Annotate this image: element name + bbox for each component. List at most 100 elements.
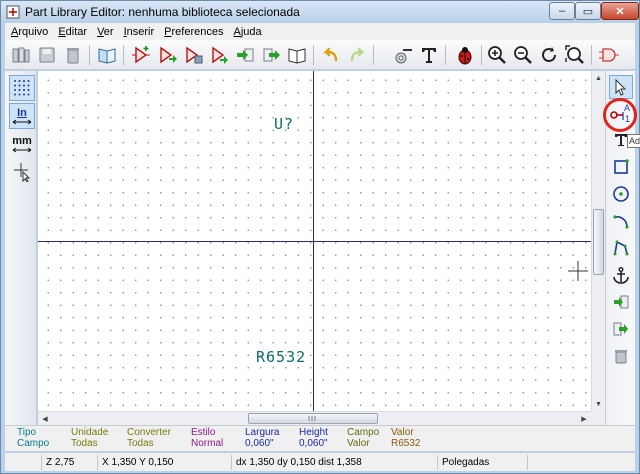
export-graphics-button[interactable]	[259, 43, 283, 67]
zoom-in-button[interactable]	[485, 43, 509, 67]
menu-arquivo[interactable]: Arquivo	[11, 26, 48, 38]
add-arc-button[interactable]	[609, 209, 633, 233]
show-grid-button[interactable]	[9, 75, 35, 101]
tooltip: Ad	[627, 134, 640, 148]
book-icon	[288, 48, 306, 64]
units-mm-label: mm	[12, 134, 32, 147]
msg-value: Campo	[17, 438, 50, 449]
export-drawing-button[interactable]	[609, 317, 633, 341]
msg-col-type: Tipo Campo	[17, 427, 49, 449]
menu-editar[interactable]: Editar	[58, 26, 87, 38]
load-part-button[interactable]	[155, 43, 179, 67]
delete-item-button[interactable]	[609, 344, 633, 368]
msg-label: Campo	[347, 427, 380, 438]
text-t-icon	[422, 48, 436, 63]
select-library-button[interactable]	[9, 43, 33, 67]
undo-button[interactable]	[319, 43, 343, 67]
save-component-icon	[186, 46, 203, 64]
documentation-button[interactable]	[285, 43, 309, 67]
msg-label: Estilo	[191, 427, 216, 438]
menu-ajuda[interactable]: Ajuda	[233, 26, 261, 38]
part-properties-button[interactable]	[391, 43, 415, 67]
msg-col-style: Estilo Normal	[191, 427, 223, 449]
menu-inserir[interactable]: Inserir	[124, 26, 155, 38]
msg-label: Largura	[245, 427, 280, 438]
new-part-button[interactable]	[129, 43, 153, 67]
scroll-left-icon[interactable]: ◀	[38, 412, 52, 425]
title-bar: Part Library Editor: nenhuma biblioteca …	[1, 1, 639, 23]
redo-button[interactable]	[345, 43, 369, 67]
redo-icon	[350, 47, 366, 62]
export-arrow-icon	[263, 48, 280, 62]
export-part-button[interactable]	[207, 43, 231, 67]
msg-label: Unidade	[71, 427, 109, 438]
add-rectangle-button[interactable]	[609, 155, 633, 179]
units-inch-button[interactable]: In	[9, 103, 35, 129]
select-tool-button[interactable]	[609, 75, 633, 99]
save-part-button[interactable]	[181, 43, 205, 67]
menu-ver[interactable]: Ver	[97, 26, 114, 38]
units-mm-button[interactable]: mm	[9, 131, 35, 157]
polyline-icon	[613, 240, 629, 256]
import-drawing-button[interactable]	[609, 290, 633, 314]
double-arrow-icon	[12, 119, 32, 124]
circle-icon	[613, 186, 629, 202]
reference-field[interactable]: U?	[274, 115, 294, 133]
vertical-scrollbar[interactable]: ▲ ▼	[591, 71, 605, 411]
scroll-up-icon[interactable]: ▲	[592, 71, 605, 85]
browse-libraries-button[interactable]	[95, 43, 119, 67]
menu-bar: Arquivo Editar Ver Inserir Preferences A…	[5, 23, 635, 40]
msg-col-convert: Converter Todas	[127, 427, 171, 449]
msg-label: Height	[299, 427, 328, 438]
text-tool-button[interactable]	[417, 43, 441, 67]
right-tools-toolbar: A 1	[605, 71, 635, 425]
msg-label: Converter	[127, 427, 171, 438]
check-part-button[interactable]	[453, 43, 477, 67]
add-polyline-button[interactable]	[609, 236, 633, 260]
zoom-in-icon	[488, 46, 506, 64]
undo-icon	[322, 47, 338, 62]
msg-value: 0,060"	[299, 438, 328, 449]
cursor-shape-button[interactable]	[9, 159, 35, 185]
value-field[interactable]: R6532	[256, 348, 306, 366]
vertical-scroll-thumb[interactable]	[593, 209, 604, 275]
zoom-fit-icon	[565, 45, 584, 64]
minimize-button[interactable]: –	[549, 2, 575, 20]
msg-col-width: Largura 0,060"	[245, 427, 279, 449]
export-component-icon	[212, 46, 228, 64]
add-circle-button[interactable]	[609, 182, 633, 206]
trash-icon	[615, 350, 627, 364]
scroll-down-icon[interactable]: ▼	[592, 397, 605, 411]
app-icon	[6, 5, 20, 19]
properties-gear-icon	[395, 49, 412, 64]
anchor-icon	[613, 267, 629, 284]
zoom-fit-button[interactable]	[563, 43, 587, 67]
msg-label: Valor	[391, 427, 414, 438]
redraw-button[interactable]	[537, 43, 561, 67]
import-component-icon	[160, 46, 177, 64]
set-anchor-button[interactable]	[609, 263, 633, 287]
horizontal-scroll-thumb[interactable]	[248, 413, 378, 424]
show-as-de-morgan-button[interactable]	[597, 43, 621, 67]
add-pin-button[interactable]: A 1	[609, 102, 633, 126]
horizontal-scrollbar[interactable]: ◀ ▶	[38, 411, 591, 425]
close-button[interactable]: ✕	[601, 2, 639, 20]
save-library-button[interactable]	[35, 43, 59, 67]
arc-icon	[613, 215, 629, 229]
refresh-icon	[542, 47, 556, 62]
drawing-canvas[interactable]: U? R6532	[38, 71, 591, 411]
delete-part-button[interactable]	[61, 43, 85, 67]
status-zoom: Z 2,75	[41, 455, 97, 470]
msg-value: Valor	[347, 438, 370, 449]
scroll-right-icon[interactable]: ▶	[577, 412, 591, 425]
menu-preferences[interactable]: Preferences	[164, 26, 223, 38]
msg-col-unit: Unidade Todas	[71, 427, 108, 449]
msg-col-field: Campo Valor	[347, 427, 379, 449]
zoom-out-button[interactable]	[511, 43, 535, 67]
new-component-icon	[132, 46, 150, 64]
crosshair-cursor-icon	[14, 163, 31, 182]
rectangle-icon	[614, 159, 629, 174]
status-coordinates: X 1,350 Y 0,150	[97, 455, 231, 470]
import-graphics-button[interactable]	[233, 43, 257, 67]
maximize-button[interactable]: ▭	[575, 2, 601, 20]
